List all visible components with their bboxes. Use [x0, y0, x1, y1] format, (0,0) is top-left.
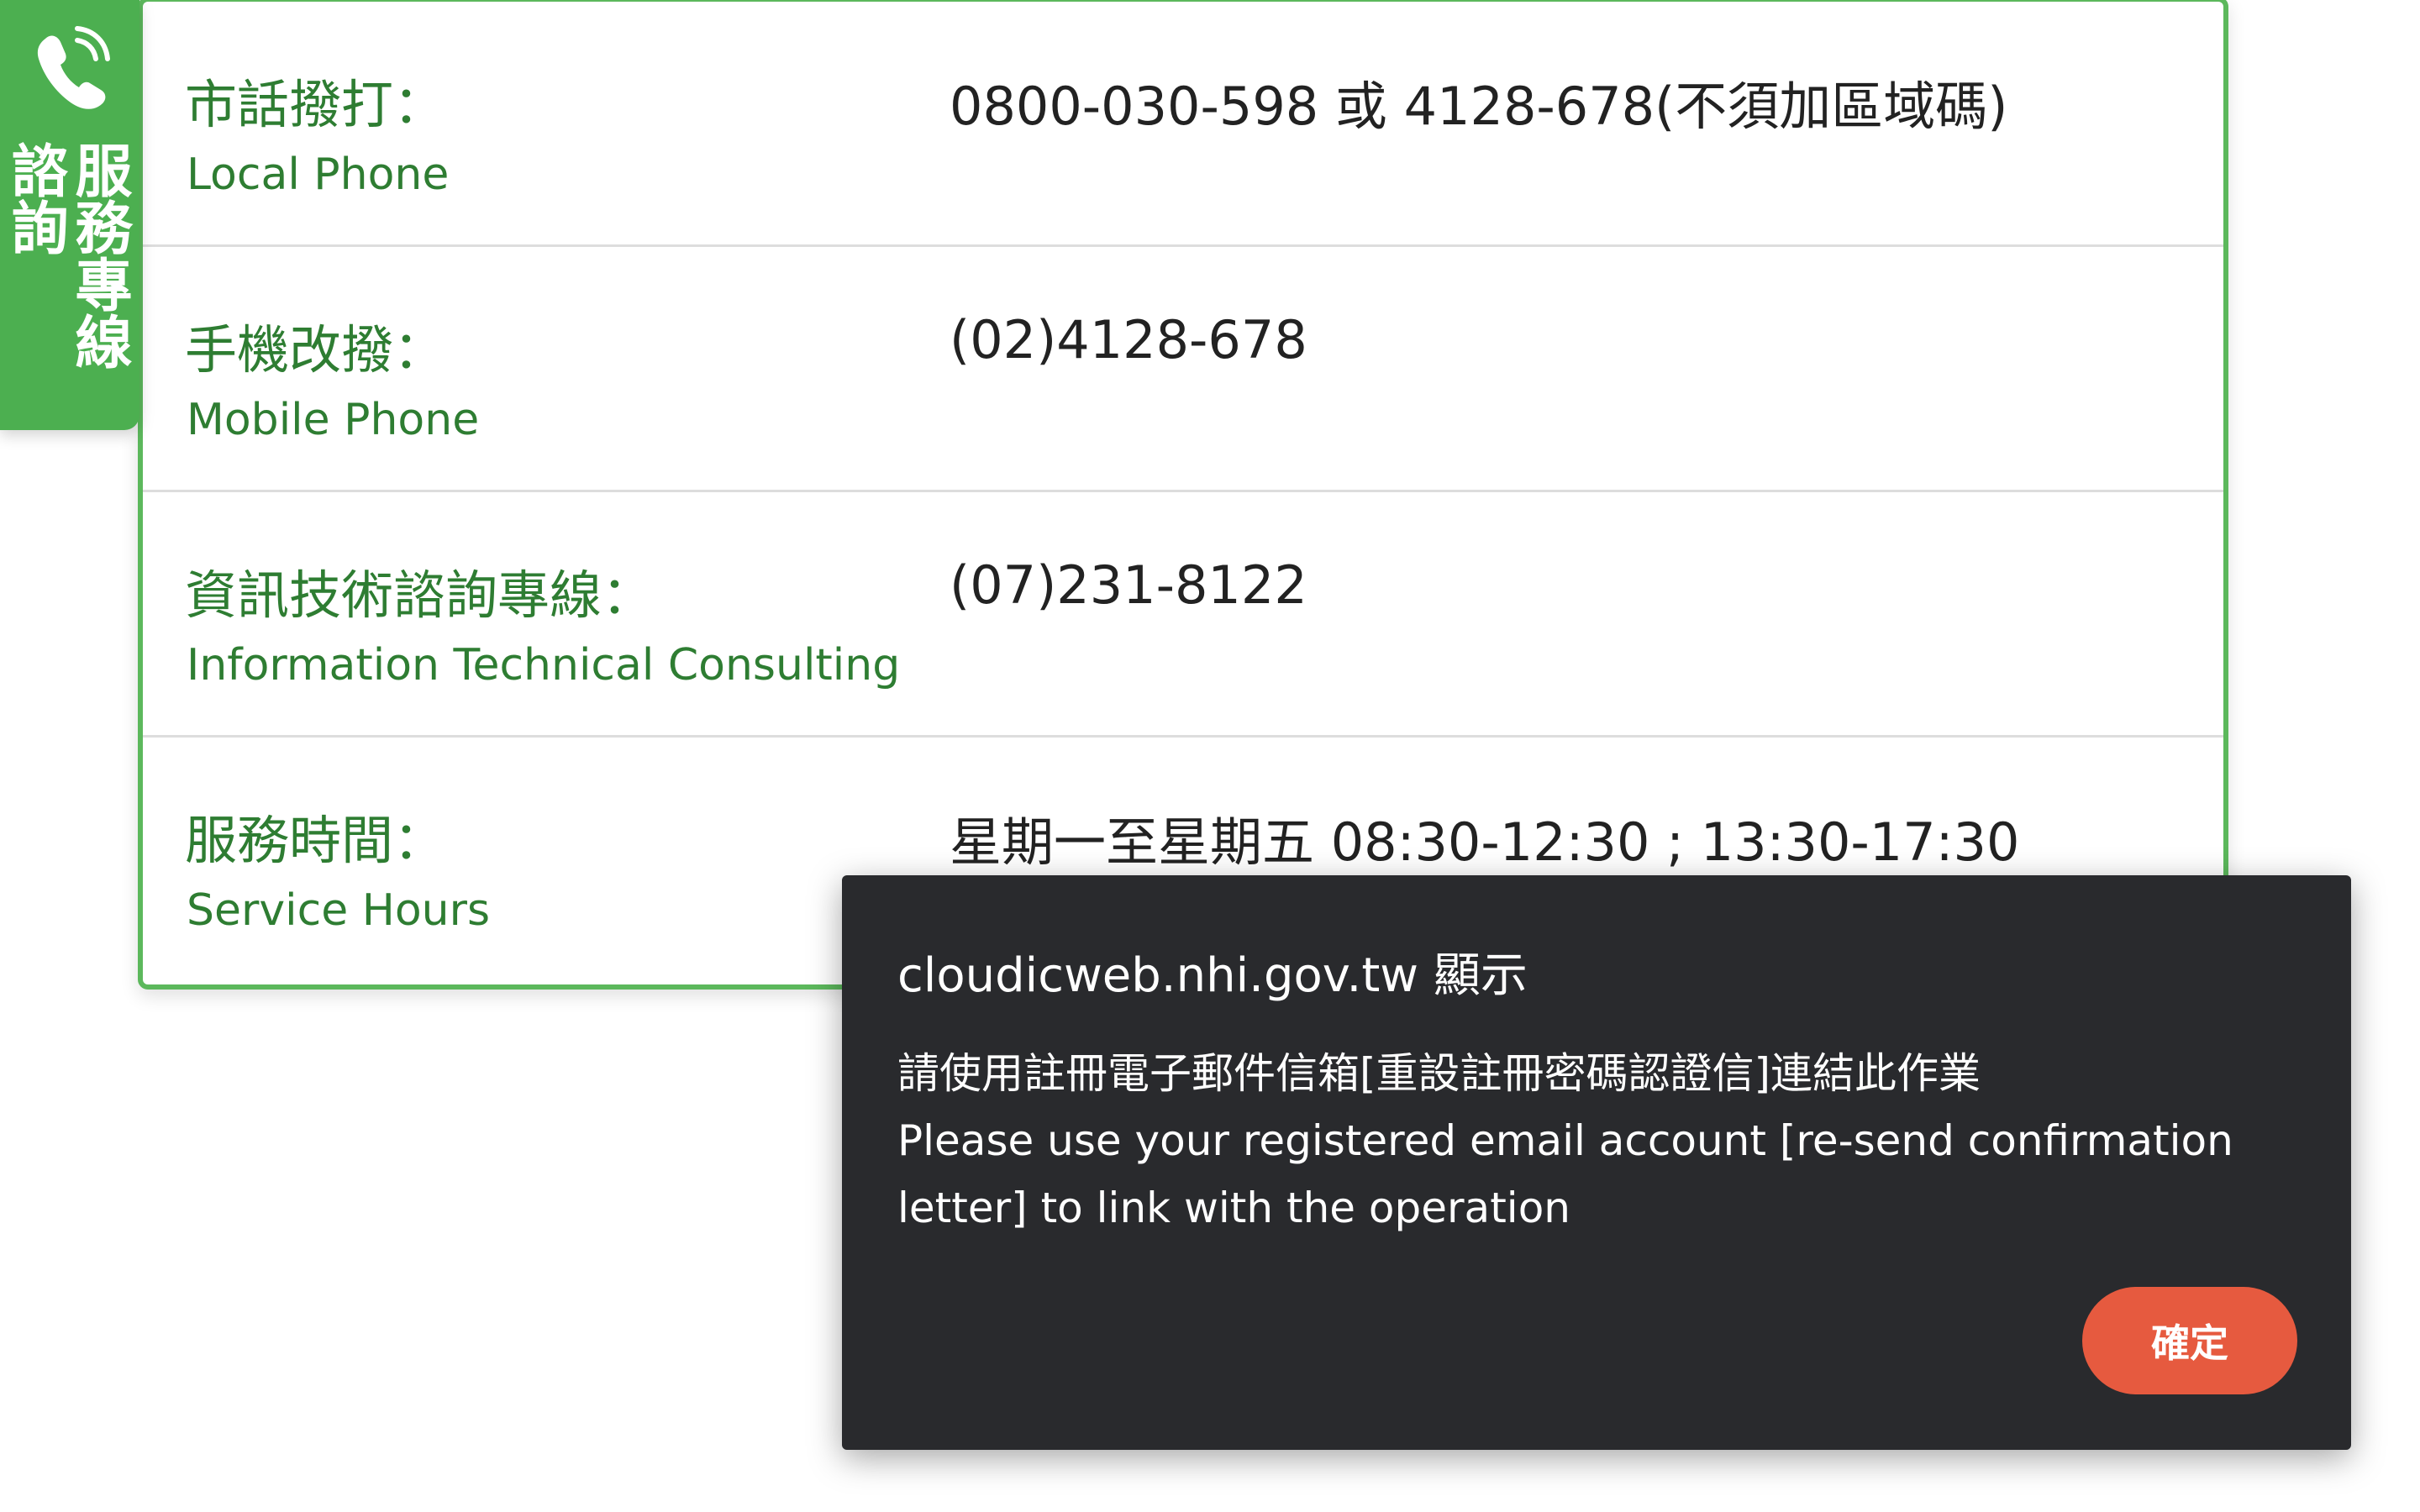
alert-dialog: cloudicweb.nhi.gov.tw 顯示 請使用註冊電子郵件信箱[重設註… — [842, 875, 2351, 1450]
row-value: 0800-030-598 或 4128-678(不須加區域碼) — [950, 76, 2008, 137]
page: 服務專線諮詢 市話撥打： Local Phone 0800-030-598 或 … — [0, 0, 2420, 1512]
row-value: 星期一至星期五 08:30-12:30 ; 13:30-17:30 — [950, 811, 2020, 873]
contact-info-panel: 市話撥打： Local Phone 0800-030-598 或 4128-67… — [138, 0, 2228, 990]
service-hotline-tab[interactable]: 服務專線諮詢 — [0, 0, 139, 430]
row-label-en: Information Technical Consulting — [187, 640, 901, 690]
row-label-zh: 服務時間： — [185, 810, 446, 871]
row-value: (07)231-8122 — [950, 554, 1307, 616]
row-label-en: Local Phone — [187, 150, 450, 200]
row-label-zh: 資訊技術諮詢專線： — [185, 564, 655, 626]
row-label-en: Service Hours — [187, 885, 491, 936]
row-label-zh: 手機改撥： — [185, 319, 446, 381]
info-row-mobile-phone: 手機改撥： Mobile Phone (02)4128-678 — [143, 247, 2223, 492]
dialog-message: 請使用註冊電子郵件信箱[重設註冊密碼認證信]連結此作業 Please use y… — [897, 1040, 2309, 1242]
service-hotline-label: 服務專線諮詢 — [1, 141, 131, 370]
row-label-en: Mobile Phone — [187, 395, 480, 445]
phone-icon — [37, 26, 110, 109]
info-row-local-phone: 市話撥打： Local Phone 0800-030-598 或 4128-67… — [143, 2, 2223, 247]
info-row-it-consulting: 資訊技術諮詢專線： Information Technical Consulti… — [143, 492, 2223, 738]
dialog-message-line: letter] to link with the operation — [897, 1184, 1570, 1232]
dialog-message-line: 請使用註冊電子郵件信箱[重設註冊密碼認證信]連結此作業 — [897, 1049, 1981, 1098]
row-label-zh: 市話撥打： — [185, 74, 446, 135]
ok-button[interactable]: 確定 — [2082, 1287, 2297, 1394]
dialog-title: cloudicweb.nhi.gov.tw 顯示 — [897, 948, 1528, 1003]
dialog-message-line: Please use your registered email account… — [897, 1116, 2233, 1165]
row-value: (02)4128-678 — [950, 309, 1307, 370]
